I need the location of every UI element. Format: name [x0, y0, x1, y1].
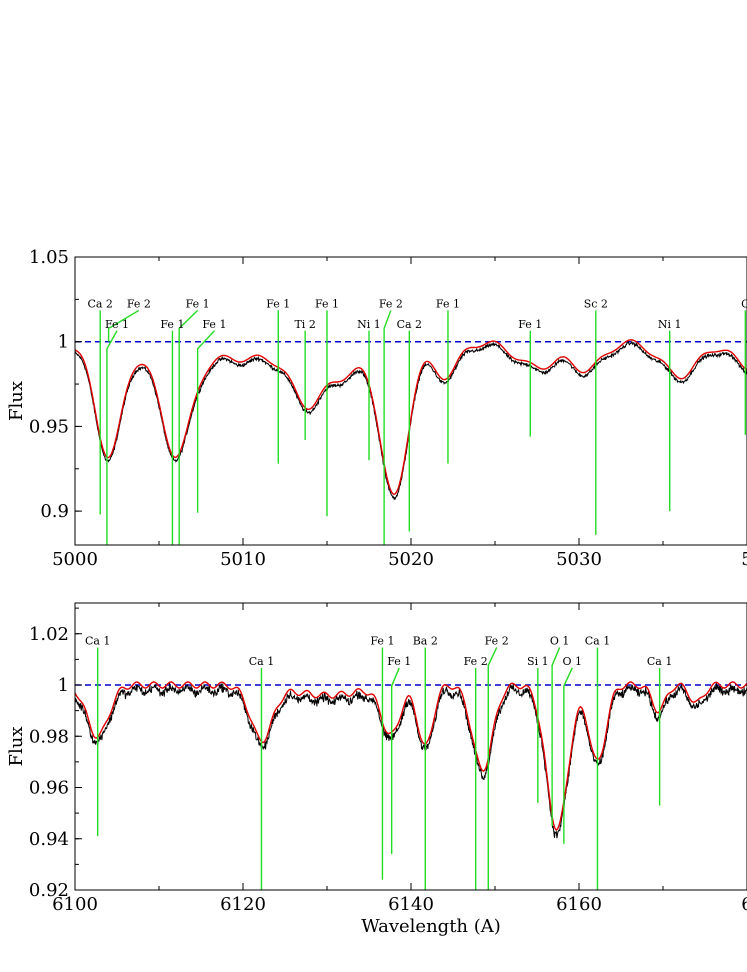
line-label: Ca 2 — [87, 297, 112, 310]
line-label: Fe 1 — [370, 634, 394, 647]
y-tick-label: 1 — [58, 332, 69, 353]
plot-area — [75, 647, 747, 890]
line-marker — [196, 330, 215, 513]
line-label: Fe 1 — [202, 318, 226, 331]
x-tick-label: 5030 — [556, 549, 602, 570]
y-tick-label: 1.05 — [29, 247, 69, 268]
x-tick-label: 6120 — [220, 894, 266, 915]
line-label: Ca 1 — [585, 634, 610, 647]
line-label: Sc 2 — [584, 297, 608, 310]
line-label: Fe 1 — [105, 318, 129, 331]
y-tick-label: 0.95 — [29, 416, 69, 437]
line-marker — [487, 647, 498, 890]
y-axis-label: Flux — [6, 381, 27, 421]
observed-spectrum — [75, 682, 747, 839]
line-label: Ca 1 — [647, 655, 672, 668]
panel-1: Ca 2Fe 1Fe 2Fe 1Fe 1Fe 1Fe 1Ti 2Fe 1Ni 1… — [6, 247, 747, 570]
line-label: Ca 1 — [249, 655, 274, 668]
line-label: Fe 1 — [266, 297, 290, 310]
y-tick-label: 0.92 — [29, 880, 69, 901]
line-label: Fe 1 — [160, 318, 184, 331]
axes-frame — [74, 256, 747, 546]
x-tick-label: 6 — [741, 894, 747, 915]
x-tick-label: 6140 — [388, 894, 434, 915]
line-marker — [383, 310, 392, 545]
plot-area — [75, 309, 747, 545]
line-label: Fe 1 — [436, 297, 460, 310]
model-spectrum — [75, 339, 747, 495]
line-label: O 1 — [550, 634, 570, 647]
line-marker — [390, 667, 400, 855]
line-label: C — [741, 297, 747, 310]
line-label: Fe 1 — [518, 318, 542, 331]
y-tick-label: 0.96 — [29, 778, 69, 799]
panel-2: Ca 1Ca 1Fe 1Fe 1Ba 2Fe 2Fe 2Si 1O 1O 1Ca… — [6, 602, 747, 937]
line-label: Ni 1 — [658, 318, 682, 331]
y-tick-label: 1 — [58, 675, 69, 696]
line-label: Ba 2 — [413, 634, 438, 647]
x-tick-label: 5010 — [220, 549, 266, 570]
y-tick-label: 0.98 — [29, 726, 69, 747]
x-tick-label: 5 — [741, 549, 747, 570]
line-marker — [551, 647, 561, 826]
line-label: Ni 1 — [357, 318, 381, 331]
spectrum-figure: Ca 2Fe 1Fe 2Fe 1Fe 1Fe 1Fe 1Ti 2Fe 1Ni 1… — [6, 247, 747, 937]
line-label: Fe 2 — [464, 655, 488, 668]
line-label: Fe 1 — [315, 297, 339, 310]
line-label: Ca 1 — [85, 634, 110, 647]
x-axis-label: Wavelength (A) — [361, 916, 501, 937]
line-label: Si 1 — [527, 655, 549, 668]
line-label: Fe 2 — [485, 634, 509, 647]
y-tick-label: 1.02 — [29, 624, 69, 645]
x-tick-label: 6160 — [556, 894, 602, 915]
x-tick-label: 5020 — [388, 549, 434, 570]
y-axis-label: Flux — [6, 727, 27, 767]
line-label: Fe 1 — [186, 297, 210, 310]
x-tick-label: 5000 — [52, 549, 98, 570]
line-label: O 1 — [563, 655, 583, 668]
line-label: Fe 2 — [127, 297, 151, 310]
line-label: Fe 1 — [387, 655, 411, 668]
line-label: Ti 2 — [294, 318, 315, 331]
y-tick-label: 0.9 — [40, 501, 69, 522]
axes-frame — [74, 602, 747, 891]
y-tick-label: 0.94 — [29, 829, 69, 850]
line-label: Fe 2 — [379, 297, 403, 310]
line-label: Ca 2 — [397, 318, 422, 331]
